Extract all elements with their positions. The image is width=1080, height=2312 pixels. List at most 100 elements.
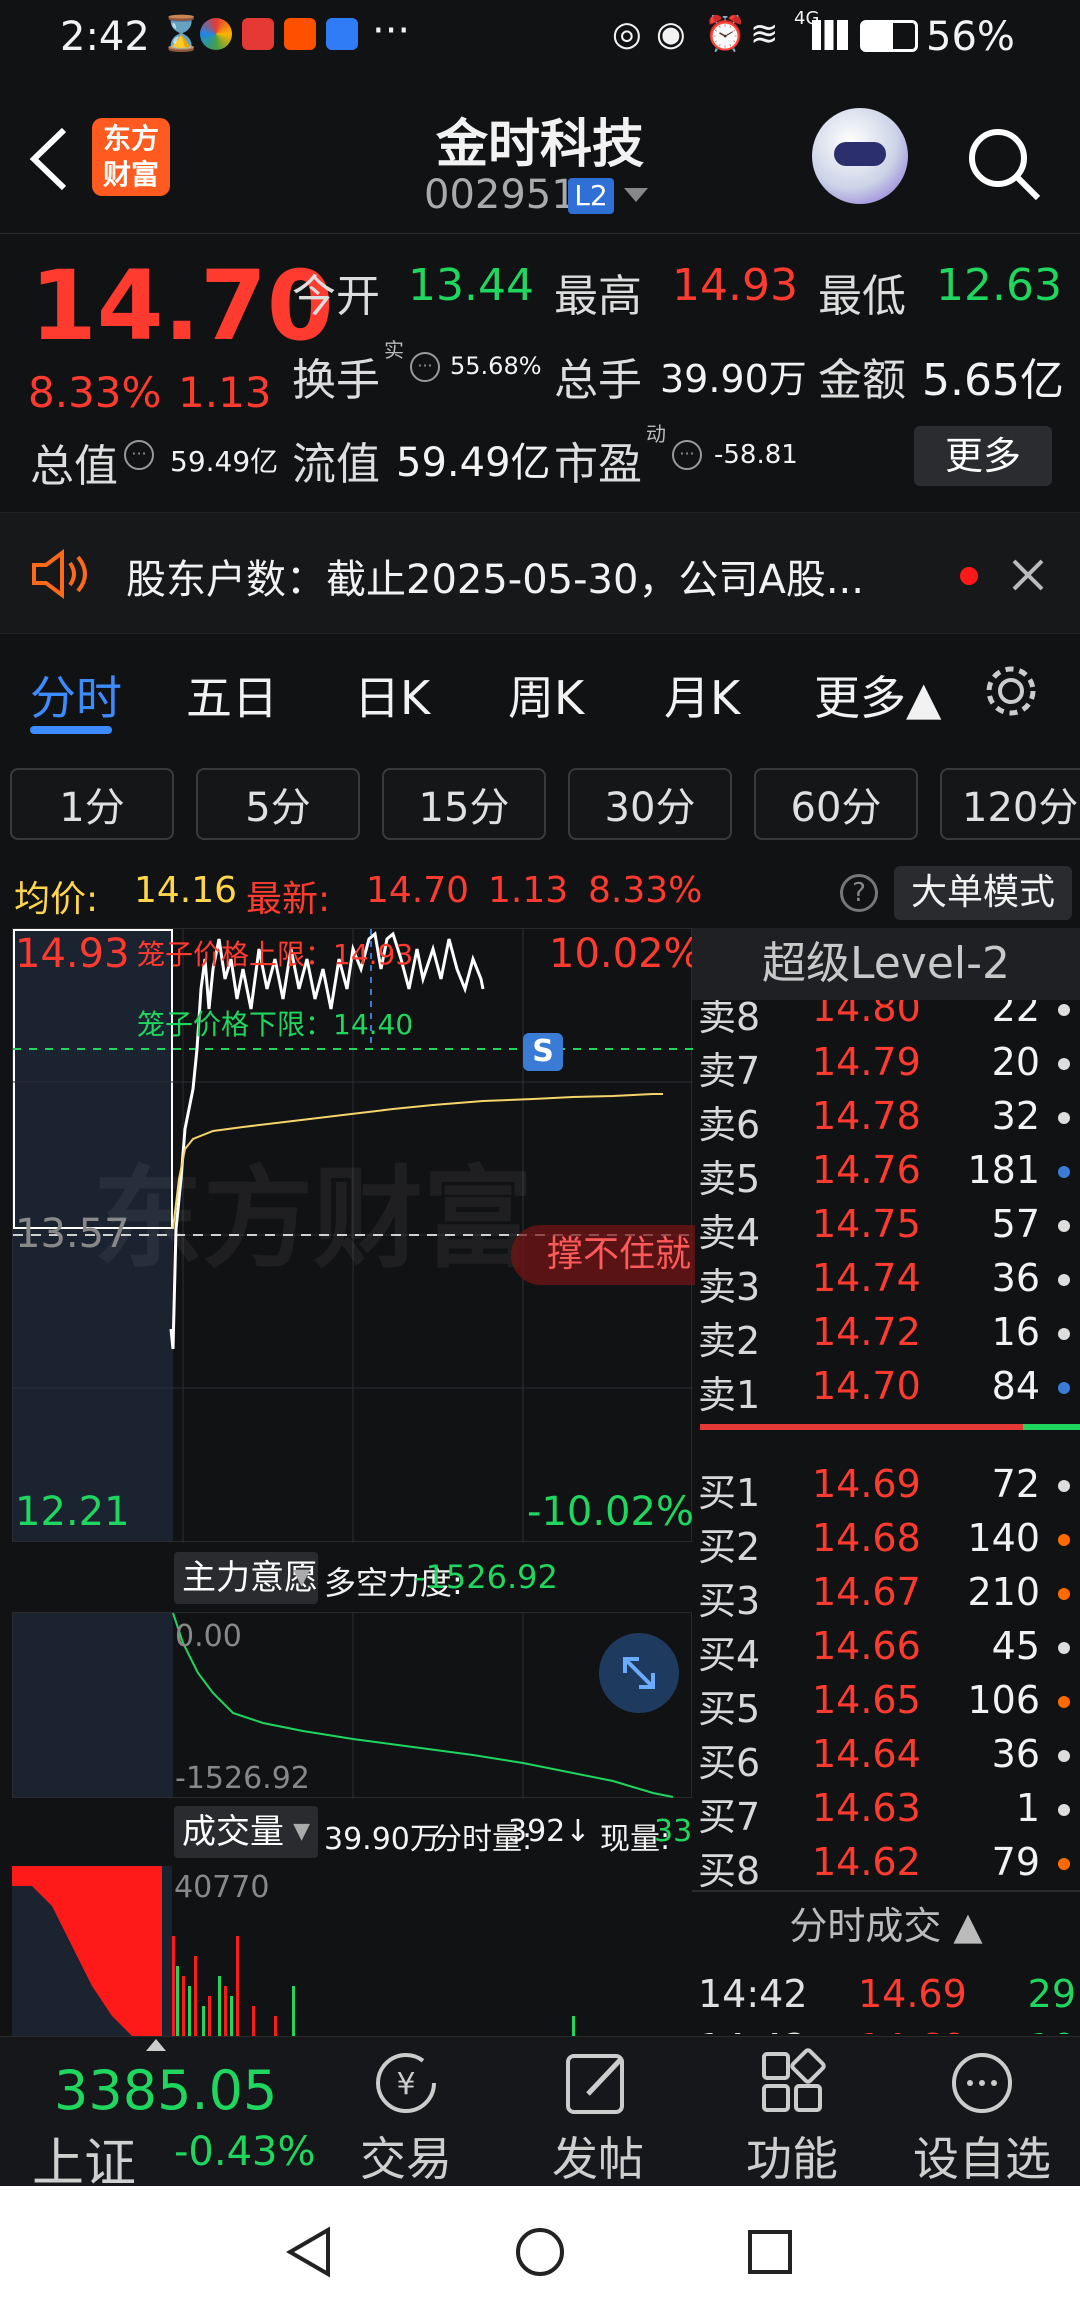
indicator-chart[interactable]: 0.00 -1526.92	[12, 1612, 692, 1799]
edit-icon	[566, 2054, 624, 2114]
level2-badge[interactable]: L2	[568, 178, 614, 214]
ask-row[interactable]: 卖8 14.80 22	[692, 1000, 1080, 1039]
period-5min[interactable]: 5分	[196, 768, 360, 840]
settings-gear-icon[interactable]	[982, 662, 1040, 720]
trade-price: 14.69	[858, 2026, 967, 2034]
bid-row[interactable]: 买5 14.65 106	[692, 1674, 1080, 1731]
notice-bar[interactable]: 股东户数：截止2025-05-30，公司A股...	[0, 512, 1080, 634]
tab-five-day[interactable]: 五日	[186, 662, 278, 728]
period-1min[interactable]: 1分	[10, 768, 174, 840]
nav-trade[interactable]: ¥ 交易	[326, 2043, 486, 2189]
stock-header: 东方 财富 金时科技 002951 L2	[0, 84, 1080, 234]
tab-weekly-k[interactable]: 周K	[508, 662, 584, 728]
ask-row-volume: 32	[991, 1094, 1040, 1138]
avg-label: 均价:	[14, 879, 99, 920]
bid-row-price: 14.67	[812, 1570, 921, 1614]
sell-signal-marker[interactable]: S	[523, 1033, 563, 1071]
trades-header[interactable]: 分时成交 ▲	[692, 1896, 1080, 1956]
ask-row-dot-icon	[1058, 1112, 1070, 1124]
index-ticker[interactable]: 3385.05 上证 -0.43%	[10, 2037, 340, 2194]
taobao-icon	[284, 18, 316, 50]
stock-name: 金时科技	[435, 115, 644, 175]
expand-icon[interactable]	[599, 1633, 679, 1713]
trade-row: 14:42 14.69 10	[692, 2022, 1080, 2034]
ask-row[interactable]: 卖2 14.72 16	[692, 1306, 1080, 1363]
ask-row-dot-icon	[1058, 1382, 1070, 1394]
ask-row-dot-icon	[1058, 1004, 1070, 1016]
ask-row-price: 14.76	[812, 1148, 921, 1192]
info-icon[interactable]: ···	[124, 440, 154, 470]
home-circle-icon[interactable]	[514, 2226, 566, 2278]
bid-row[interactable]: 买2 14.68 140	[692, 1512, 1080, 1569]
intraday-chart[interactable]: 东方财富 14.93 笼子价格上限：14.93 10.02% 笼子价格下限：14…	[12, 928, 702, 1543]
period-60min[interactable]: 60分	[754, 768, 918, 840]
bid-row[interactable]: 买4 14.66 45	[692, 1620, 1080, 1677]
big-order-mode-button[interactable]: 大单模式	[894, 866, 1072, 920]
ask-row[interactable]: 卖3 14.74 36	[692, 1252, 1080, 1309]
minute-volume-value: 392↓	[508, 1814, 591, 1849]
trade-list: 14:42 14.69 29 14:42 14.69 10	[692, 1968, 1080, 2034]
ask-row[interactable]: 卖4 14.75 57	[692, 1198, 1080, 1255]
tab-monthly-k[interactable]: 月K	[664, 662, 740, 728]
volume-chart[interactable]: 40770	[12, 1866, 692, 2036]
bid-row-volume: 79	[991, 1840, 1040, 1884]
nav-post[interactable]: 发帖	[518, 2043, 678, 2189]
dropdown-arrow-icon: ▼	[293, 1819, 310, 1844]
mktcap-label: 总值	[30, 441, 118, 492]
help-icon[interactable]: ?	[840, 874, 878, 912]
period-15min[interactable]: 15分	[382, 768, 546, 840]
bid-row-price: 14.63	[812, 1786, 921, 1830]
stock-code: 002951	[424, 172, 577, 218]
bid-row[interactable]: 买1 14.69 72	[692, 1458, 1080, 1515]
ask-row[interactable]: 卖1 14.70 84	[692, 1360, 1080, 1417]
battery-percent: 56%	[926, 14, 1015, 60]
bid-row[interactable]: 买7 14.63 1	[692, 1782, 1080, 1839]
bid-row-label: 买5	[698, 1687, 761, 1731]
indicator-selector[interactable]: 主力意愿 ▼	[174, 1552, 318, 1604]
ask-row[interactable]: 卖6 14.78 32	[692, 1090, 1080, 1147]
bid-row-volume: 210	[967, 1570, 1040, 1614]
ask-row-price: 14.80	[812, 1000, 921, 1030]
period-120min[interactable]: 120分	[940, 768, 1080, 840]
info-icon[interactable]: ···	[410, 352, 440, 382]
nav-functions[interactable]: 功能	[712, 2043, 872, 2189]
volume-label: 总手	[554, 355, 642, 406]
bid-row[interactable]: 买3 14.67 210	[692, 1566, 1080, 1623]
volume-total: 39.90万	[324, 1822, 440, 1857]
bid-row-dot-icon	[1058, 1534, 1070, 1546]
info-icon[interactable]: ···	[672, 440, 702, 470]
indicator-zero: 0.00	[175, 1619, 242, 1654]
robot-assistant-icon[interactable]	[812, 108, 908, 204]
auction-volume-area	[12, 1866, 162, 2036]
tab-indicator	[30, 726, 112, 734]
tab-more[interactable]: 更多▲	[814, 662, 941, 728]
chevron-down-icon[interactable]	[624, 188, 648, 204]
volume-selector[interactable]: 成交量 ▼	[174, 1806, 318, 1858]
nav-add-watchlist[interactable]: 设自选	[902, 2043, 1062, 2189]
bid-row[interactable]: 买6 14.64 36	[692, 1728, 1080, 1785]
ask-row[interactable]: 卖5 14.76 181	[692, 1144, 1080, 1201]
bid-row-label: 买7	[698, 1795, 761, 1839]
period-30min[interactable]: 30分	[568, 768, 732, 840]
search-icon[interactable]	[964, 124, 1044, 204]
ask-row-volume: 36	[991, 1256, 1040, 1300]
tab-intraday[interactable]: 分时	[30, 662, 122, 728]
bid-row-volume: 106	[967, 1678, 1040, 1722]
more-button[interactable]: 更多	[914, 426, 1052, 486]
trade-price: 14.69	[858, 1972, 967, 2016]
bid-row[interactable]: 买8 14.62 79	[692, 1836, 1080, 1893]
back-triangle-icon[interactable]	[284, 2226, 334, 2278]
price-summary: 均价: 14.16 最新: 14.70 1.13 8.33% ? 大单模式	[0, 858, 1080, 928]
axis-high-pct: 10.02%	[549, 931, 702, 977]
ask-list: 卖8 14.80 22 卖7 14.79 20 卖6 14.78 32 卖5 14.76 181 卖4 1…	[692, 1000, 1080, 1424]
close-icon[interactable]	[1010, 557, 1046, 593]
level2-title: 超级Level-2	[692, 928, 1080, 1000]
recent-apps-square-icon[interactable]	[746, 2228, 794, 2276]
tab-daily-k[interactable]: 日K	[354, 662, 430, 728]
ask-row-label: 卖2	[698, 1319, 761, 1363]
floating-tag[interactable]: 撑不住就	[511, 1225, 695, 1285]
weibo-icon	[242, 18, 274, 50]
ask-row[interactable]: 卖7 14.79 20	[692, 1036, 1080, 1093]
ask-row-volume: 181	[967, 1148, 1040, 1192]
open-value: 13.44	[408, 260, 534, 311]
